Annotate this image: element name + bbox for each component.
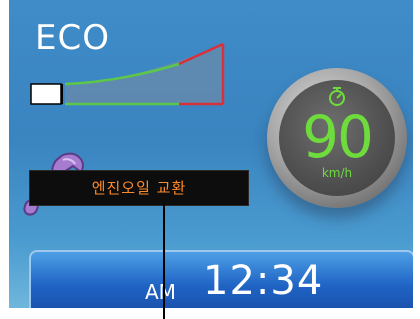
clock-time: 12:34 [203,258,324,304]
maintenance-alert: 엔진오일 교환 [29,170,249,206]
clock-bar: AM 12:34 [29,250,413,308]
speed-unit: km/h [321,166,353,180]
eco-level-fill [30,83,62,105]
clock-ampm: AM [145,280,176,304]
eco-gauge [30,42,225,106]
display-screen: ECO 90 km/h 엔진오일 교환 AM 12:34 [9,0,413,308]
speed-value: 90 [302,103,374,171]
alert-message: 엔진오일 교환 [91,179,187,197]
speedometer: 90 km/h [267,68,407,208]
speedometer-face: 90 km/h [279,80,395,196]
cluster-display: ECO 90 km/h 엔진오일 교환 AM 12:34 [0,0,420,319]
callout-pointer-line [163,204,165,319]
